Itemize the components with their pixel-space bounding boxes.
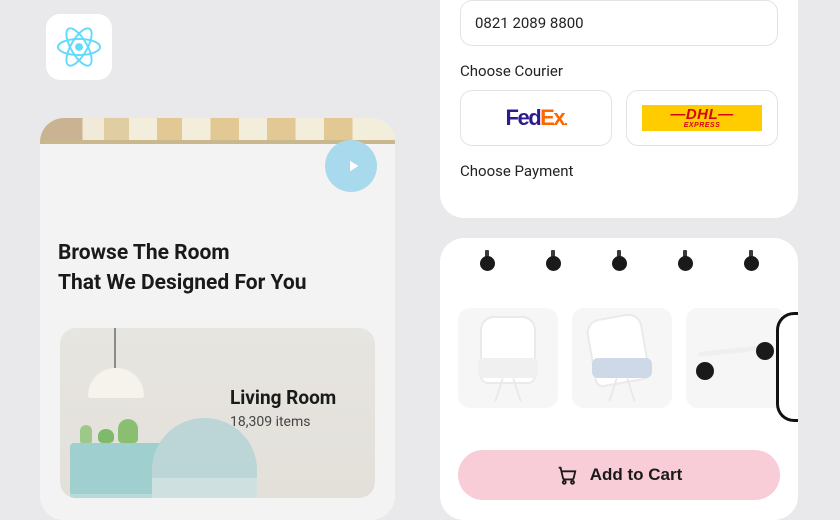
product-main-image: [440, 250, 798, 282]
wheel-decoration: [674, 250, 696, 272]
wheel-decoration: [476, 250, 498, 272]
wheel-decoration: [542, 250, 564, 272]
room-title: Living Room: [230, 386, 336, 409]
headline-line2: That We Designed For You: [58, 268, 306, 298]
plant-decoration: [98, 429, 114, 443]
play-icon: [344, 157, 362, 175]
product-panel: Add to Cart: [440, 238, 798, 520]
chair-decoration: [152, 418, 257, 498]
phone-input[interactable]: 0821 2089 8800: [460, 0, 778, 46]
lamp-decoration: [88, 368, 144, 398]
product-thumbnail[interactable]: [572, 308, 672, 408]
fedex-logo: FedEx.: [506, 105, 567, 131]
wheel-decoration: [740, 250, 762, 272]
browse-headline: Browse The Room That We Designed For You: [58, 238, 306, 299]
room-item-count: 18,309 items: [230, 414, 310, 430]
play-button[interactable]: [325, 140, 377, 192]
product-thumbnail[interactable]: [458, 308, 558, 408]
courier-option-dhl[interactable]: —DHL— EXPRESS: [626, 90, 778, 146]
room-category-card[interactable]: Living Room 18,309 items: [60, 328, 375, 498]
hero-image-strip: [40, 118, 395, 144]
scroll-indicator[interactable]: [776, 312, 798, 422]
checkout-panel: 0821 2089 8800 Choose Courier FedEx. —DH…: [440, 0, 798, 218]
add-to-cart-button[interactable]: Add to Cart: [458, 450, 780, 500]
plant-decoration: [118, 419, 138, 443]
react-logo-tile: [46, 14, 112, 80]
lamp-decoration: [114, 328, 116, 370]
react-logo-icon: [57, 25, 101, 69]
wheel-decoration: [608, 250, 630, 272]
cart-icon: [556, 464, 578, 486]
add-to-cart-label: Add to Cart: [590, 465, 683, 485]
phone-value: 0821 2089 8800: [475, 14, 584, 32]
headline-line1: Browse The Room: [58, 238, 306, 268]
plant-decoration: [80, 425, 92, 443]
thumbnail-row[interactable]: [458, 308, 798, 426]
product-thumbnail[interactable]: [686, 308, 786, 408]
payment-label: Choose Payment: [460, 162, 778, 180]
courier-option-fedex[interactable]: FedEx.: [460, 90, 612, 146]
courier-label: Choose Courier: [460, 62, 778, 80]
courier-options: FedEx. —DHL— EXPRESS: [460, 90, 778, 146]
browse-room-card: Browse The Room That We Designed For You…: [40, 118, 395, 520]
dhl-logo: —DHL— EXPRESS: [642, 105, 762, 131]
